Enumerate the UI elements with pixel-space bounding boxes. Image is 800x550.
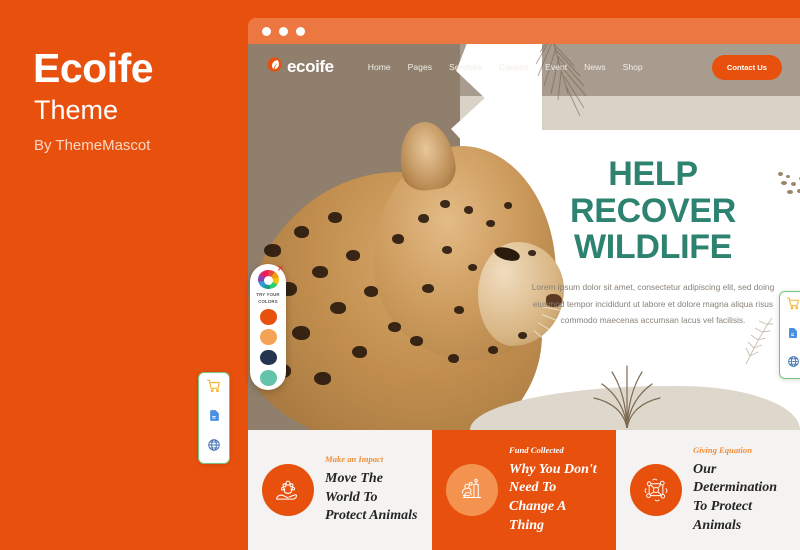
nav-item-services[interactable]: Services — [449, 62, 482, 72]
nav-item-event[interactable]: Event — [545, 62, 567, 72]
window-dot[interactable] — [279, 26, 288, 36]
brand-panel: Ecoife Theme By ThemeMascot — [0, 0, 248, 550]
globe-icon[interactable] — [787, 355, 800, 373]
hero-heading: HELP RECOVER WILDLIFE — [508, 156, 798, 266]
color-picker-label-line-1: TRY YOUR — [256, 292, 280, 298]
logo-text: ecoife — [287, 57, 334, 76]
nav-item-pages[interactable]: Pages — [408, 62, 432, 72]
feature-card-text: Giving Equation Our Determination To Pro… — [693, 445, 786, 536]
feature-card-text: Fund Collected Why You Don't Need To Cha… — [509, 445, 602, 536]
hand-holding-paw-icon — [262, 464, 314, 516]
main-browser-window: HELP RECOVER WILDLIFE Lorem ipsum dolor … — [248, 18, 800, 550]
document-icon[interactable] — [208, 409, 221, 427]
color-swatch-orange[interactable] — [259, 309, 277, 325]
document-icon[interactable] — [787, 326, 799, 344]
window-dot[interactable] — [296, 26, 305, 36]
close-icon[interactable]: ✕ — [277, 265, 284, 273]
nav-item-home[interactable]: Home — [368, 62, 391, 72]
feather-decoration — [744, 298, 774, 368]
card-eyebrow: Make an Impact — [325, 453, 384, 464]
card-title: Move The World To Protect Animals — [325, 470, 418, 524]
main-titlebar — [248, 18, 800, 44]
feature-card-fund-collected[interactable]: Fund Collected Why You Don't Need To Cha… — [432, 430, 616, 550]
color-swatch-teal[interactable] — [259, 369, 277, 386]
mini-float-toolbar — [198, 372, 230, 464]
grass-tuft-icon — [582, 358, 672, 429]
color-picker-label: TRY YOUR COLORS — [256, 292, 280, 305]
card-eyebrow: Fund Collected — [509, 444, 564, 455]
card-eyebrow: Giving Equation — [693, 444, 752, 455]
feature-card-text: Make an Impact Move The World To Protect… — [325, 454, 418, 526]
nav-item-causes[interactable]: Causes — [499, 62, 528, 72]
color-picker-widget[interactable]: ✕ TRY YOUR COLORS — [250, 264, 286, 390]
card-title: Why You Don't Need To Change A Thing — [509, 461, 597, 533]
globe-icon[interactable] — [207, 438, 221, 457]
color-picker-label-line-2: COLORS — [258, 298, 278, 304]
cart-icon[interactable] — [207, 379, 221, 398]
contact-us-button[interactable]: Contact Us — [711, 54, 782, 80]
feature-card-make-an-impact[interactable]: Make an Impact Move The World To Protect… — [248, 430, 432, 550]
card-title: Our Determination To Protect Animals — [693, 461, 778, 533]
brand-author: By ThemeMascot — [34, 137, 151, 154]
color-swatch-navy[interactable] — [259, 349, 277, 366]
brand-title: Ecoife — [33, 45, 154, 91]
cart-icon[interactable] — [786, 297, 800, 315]
leaf-icon — [266, 56, 283, 78]
hero-section: HELP RECOVER WILDLIFE Lorem ipsum dolor … — [248, 44, 800, 430]
leopard-ear — [395, 118, 459, 194]
hero-heading-line-3: WILDLIFE — [573, 228, 733, 267]
nav-item-news[interactable]: News — [584, 62, 606, 72]
hero-heading-line-2: RECOVER — [569, 191, 737, 230]
hero-heading-line-1: HELP — [608, 155, 698, 193]
color-swatch-light-orange[interactable] — [259, 329, 277, 346]
window-dot[interactable] — [262, 26, 271, 36]
color-wheel-icon[interactable] — [257, 270, 279, 290]
logo[interactable]: ecoife — [266, 56, 334, 78]
giving-network-icon — [630, 464, 682, 516]
feature-card-giving-equation[interactable]: Giving Equation Our Determination To Pro… — [616, 430, 800, 550]
nav-links: Home Pages Services Causes Event News Sh… — [368, 62, 643, 72]
fund-chart-icon — [446, 464, 498, 516]
nav-item-shop[interactable]: Shop — [623, 62, 643, 72]
brand-subtitle: Theme — [34, 95, 119, 125]
navbar: ecoife Home Pages Services Causes Event … — [248, 44, 800, 90]
feature-card-strip: Make an Impact Move The World To Protect… — [248, 430, 800, 550]
main-float-toolbar — [779, 291, 800, 379]
